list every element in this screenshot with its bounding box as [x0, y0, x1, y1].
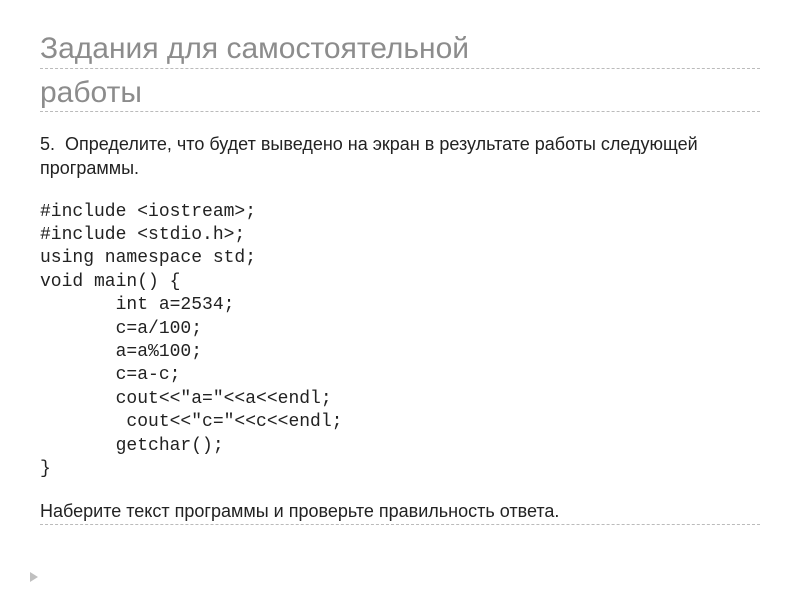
slide-title-line1: Задания для самостоятельной: [40, 30, 760, 69]
slide-title-line2: работы: [40, 74, 760, 113]
slide-marker-icon: [30, 572, 38, 582]
task-prompt: 5. Определите, что будет выведено на экр…: [40, 132, 760, 181]
footer-note: Наберите текст программы и проверьте пра…: [40, 501, 760, 525]
code-block: #include <iostream>; #include <stdio.h>;…: [40, 201, 760, 482]
task-number: 5.: [40, 134, 55, 154]
task-text: Определите, что будет выведено на экран …: [40, 134, 698, 178]
slide-title-area: Задания для самостоятельной работы: [40, 30, 760, 112]
